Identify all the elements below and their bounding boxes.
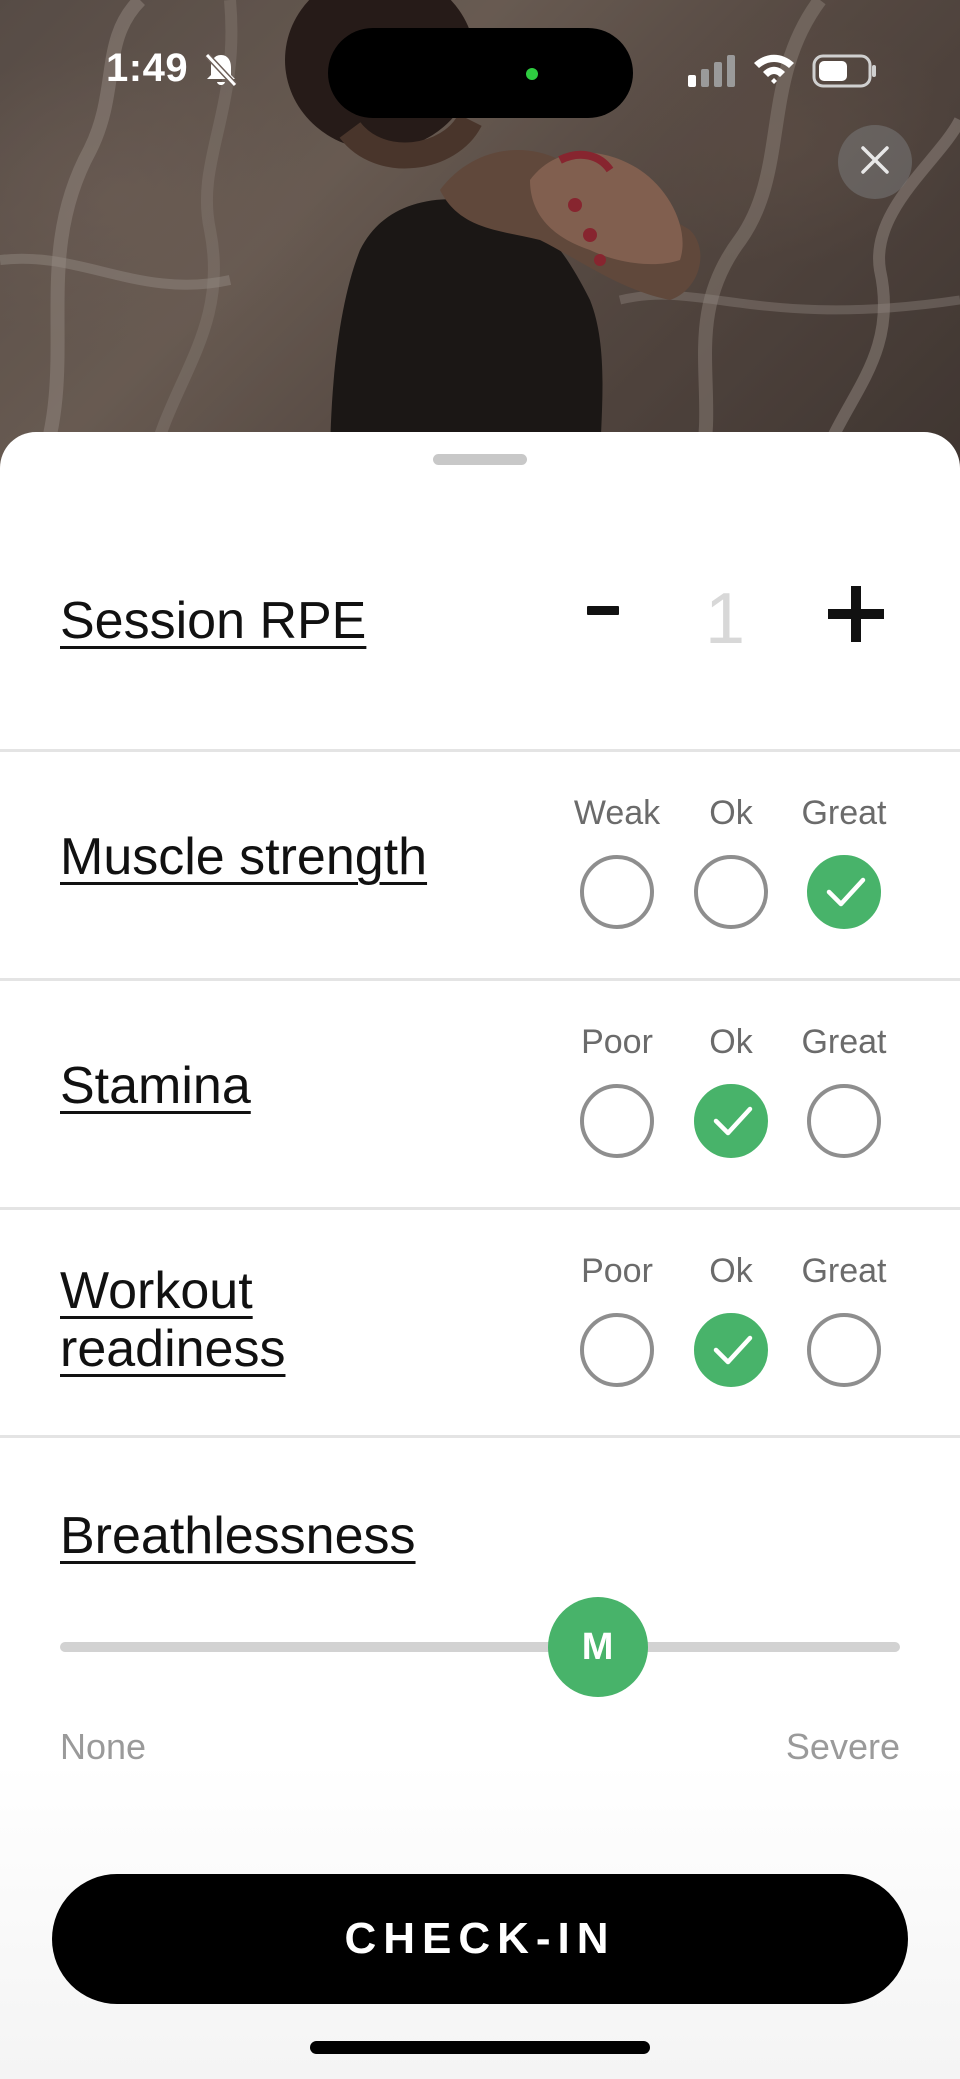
- muscle-strength-title[interactable]: Muscle strength: [60, 828, 427, 886]
- muscle-strength-option-weak[interactable]: [580, 855, 654, 929]
- stamina-option-great[interactable]: [807, 1084, 881, 1158]
- muscle-strength-option-great[interactable]: [807, 855, 881, 929]
- option-label: Great: [801, 1252, 887, 1290]
- cellular-signal-icon: [688, 55, 736, 92]
- status-time: 1:49: [106, 46, 189, 90]
- checkmark-icon: [713, 1335, 753, 1365]
- workout-readiness-option-ok[interactable]: [694, 1313, 768, 1387]
- muscle-strength-option-ok[interactable]: [694, 855, 768, 929]
- rpe-decrement-button[interactable]: [575, 582, 631, 638]
- option-label: Poor: [581, 1023, 653, 1061]
- divider: [0, 749, 960, 752]
- option-label: Ok: [709, 1023, 753, 1061]
- workout-readiness-title[interactable]: Workout readiness: [60, 1262, 285, 1378]
- stamina-option-ok[interactable]: [694, 1084, 768, 1158]
- wifi-icon: [752, 52, 796, 91]
- checkmark-icon: [826, 877, 866, 907]
- breathlessness-slider-thumb[interactable]: M: [547, 1597, 648, 1697]
- rpe-value: 1: [704, 579, 746, 659]
- battery-icon: [812, 54, 878, 93]
- checkmark-icon: [713, 1106, 753, 1136]
- option-label: Ok: [709, 794, 753, 832]
- dynamic-island: [328, 28, 633, 118]
- bell-slash-icon: [204, 52, 238, 93]
- home-indicator: [310, 2041, 650, 2054]
- session-rpe-title[interactable]: Session RPE: [60, 592, 366, 650]
- workout-readiness-title-line: readiness: [60, 1320, 286, 1378]
- option-label: Poor: [581, 1252, 653, 1290]
- option-label: Great: [801, 1023, 887, 1061]
- workout-readiness-option-great[interactable]: [807, 1313, 881, 1387]
- stamina-title[interactable]: Stamina: [60, 1057, 251, 1115]
- option-label: Weak: [573, 794, 661, 832]
- divider: [0, 1207, 960, 1210]
- divider: [0, 1435, 960, 1438]
- stamina-option-poor[interactable]: [580, 1084, 654, 1158]
- divider: [0, 978, 960, 981]
- check-in-button[interactable]: CHECK-IN: [52, 1874, 908, 2004]
- close-button[interactable]: [838, 125, 912, 199]
- rpe-increment-button[interactable]: [826, 584, 886, 644]
- sheet-grabber[interactable]: [433, 454, 527, 465]
- breathlessness-slider-track[interactable]: [60, 1642, 900, 1652]
- option-label: Great: [801, 794, 887, 832]
- option-label: Ok: [709, 1252, 753, 1290]
- breathlessness-title[interactable]: Breathlessness: [60, 1507, 416, 1565]
- workout-readiness-option-poor[interactable]: [580, 1313, 654, 1387]
- close-icon: [859, 144, 891, 181]
- check-in-sheet: Session RPE 1 Muscle strength Weak Ok Gr…: [0, 432, 960, 2079]
- camera-indicator-dot: [526, 68, 538, 80]
- minus-icon: [587, 605, 619, 615]
- workout-readiness-title-line: Workout: [60, 1262, 253, 1320]
